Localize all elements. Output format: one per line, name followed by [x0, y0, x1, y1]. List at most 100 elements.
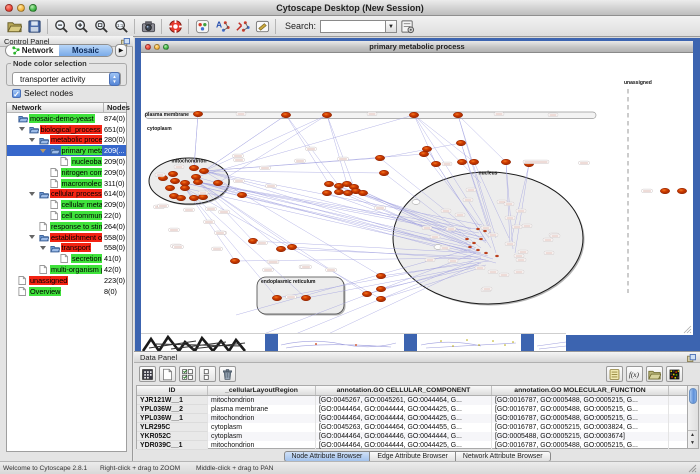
unselect-attributes-icon[interactable] — [199, 366, 216, 382]
vizmapper-icon[interactable] — [192, 17, 212, 36]
zoom-button[interactable] — [29, 4, 37, 12]
save-icon[interactable] — [24, 17, 44, 36]
expander-icon[interactable] — [29, 192, 35, 196]
network-node[interactable] — [469, 159, 478, 165]
expander-icon[interactable] — [29, 235, 35, 239]
network-node[interactable] — [168, 171, 177, 177]
network-node[interactable] — [198, 194, 207, 200]
tree-row[interactable]: unassigned223(0) — [7, 275, 126, 286]
network-node-small[interactable] — [476, 228, 479, 230]
tab-mosaic[interactable]: Mosaic — [59, 45, 112, 56]
canvas-resize-grip-icon[interactable] — [684, 326, 691, 333]
network-node-small[interactable] — [468, 246, 471, 248]
float-panel-icon[interactable] — [687, 354, 696, 362]
select-nodes-checkbox[interactable]: ✓ Select nodes — [12, 88, 73, 98]
minimize-button[interactable] — [17, 4, 25, 12]
layout-a-icon[interactable]: A — [212, 17, 232, 36]
network-node[interactable] — [199, 168, 208, 174]
network-node[interactable] — [456, 140, 465, 146]
network-node[interactable] — [193, 179, 202, 185]
network-node[interactable] — [237, 192, 246, 198]
tree-row[interactable]: primary metabol209(... — [7, 145, 126, 156]
tree-row[interactable]: response to stimul264(0) — [7, 221, 126, 232]
frame-zoom-button[interactable] — [163, 44, 169, 50]
search-input[interactable] — [320, 20, 386, 33]
network-node-small[interactable] — [479, 238, 482, 240]
select-attributes-icon[interactable] — [179, 366, 196, 382]
search-config-icon[interactable] — [397, 17, 417, 36]
network-node[interactable] — [376, 273, 385, 279]
network-node-small[interactable] — [465, 238, 468, 240]
scrollbar-arrows[interactable]: ▲▼ — [688, 430, 697, 448]
network-node[interactable] — [376, 286, 385, 292]
frame-close-button[interactable] — [145, 44, 151, 50]
tree-row[interactable]: cellular process614(0) — [7, 189, 126, 200]
tree-row[interactable]: mosaic-demo-yeast874(0) — [7, 113, 126, 124]
column-header[interactable]: _cellularLayoutRegion — [208, 386, 316, 395]
attribute-grid-icon[interactable] — [139, 366, 156, 382]
snapshot-icon[interactable] — [138, 17, 158, 36]
table-row[interactable]: YPL036W__2plasma membrane[GO:0044464, GO… — [137, 405, 687, 414]
heatmap-icon[interactable] — [666, 366, 683, 382]
tree-row[interactable]: secretion41(0) — [7, 253, 126, 264]
tree-row[interactable]: multi-organism pro42(0) — [7, 264, 126, 275]
expander-icon[interactable] — [29, 138, 35, 142]
network-node[interactable] — [301, 295, 310, 301]
tree-row[interactable]: transport558(0) — [7, 243, 126, 254]
network-node[interactable] — [422, 146, 431, 152]
network-node[interactable] — [376, 296, 385, 302]
frame-minimize-button[interactable] — [154, 44, 160, 50]
tree-row[interactable]: metabolic process280(0) — [7, 135, 126, 146]
tree-row[interactable]: Overview8(0) — [7, 286, 126, 297]
scrollbar-thumb[interactable] — [689, 388, 697, 404]
network-node[interactable] — [334, 189, 343, 195]
network-node-unmapped[interactable] — [412, 200, 420, 205]
tree-row[interactable]: nitrogen compo209(0) — [7, 167, 126, 178]
network-node[interactable] — [324, 181, 333, 187]
frame-titlebar[interactable]: primary metabolic process — [141, 41, 693, 53]
network-node[interactable] — [180, 180, 189, 186]
network-node-small[interactable] — [472, 242, 475, 244]
zoom-actual-icon[interactable]: 1:1 — [111, 17, 131, 36]
resize-grip-icon[interactable] — [688, 464, 697, 473]
network-node[interactable] — [501, 159, 510, 165]
combobox-stepper-icon[interactable]: ▲▼ — [109, 72, 120, 86]
network-node[interactable] — [362, 291, 371, 297]
import-attributes-icon[interactable] — [606, 366, 623, 382]
zoom-out-icon[interactable] — [51, 17, 71, 36]
tab-network[interactable]: Network — [6, 45, 59, 56]
delete-attribute-icon[interactable] — [219, 366, 236, 382]
tab-overflow-arrow-icon[interactable]: ▶ — [115, 44, 127, 57]
checkbox-checked-icon[interactable]: ✓ — [12, 89, 21, 98]
tree-row[interactable]: macromolecule311(0) — [7, 178, 126, 189]
tree-row[interactable]: biological_process651(0) — [7, 124, 126, 135]
network-node-small[interactable] — [476, 249, 479, 251]
tree-row[interactable]: establishment of lo558(0) — [7, 232, 126, 243]
new-attribute-icon[interactable] — [159, 366, 176, 382]
table-row[interactable]: YJR121W__1mitochondrion[GO:0045267, GO:0… — [137, 396, 687, 405]
table-vertical-scrollbar[interactable]: ▲▼ — [688, 385, 699, 449]
network-node[interactable] — [322, 190, 331, 196]
column-header[interactable]: annotation.GO CELLULAR_COMPONENT — [316, 386, 492, 395]
network-node[interactable] — [287, 244, 296, 250]
network-node-small[interactable] — [495, 255, 498, 257]
expander-icon[interactable] — [19, 127, 25, 131]
network-node[interactable] — [358, 190, 367, 196]
node-color-combobox[interactable]: transporter activity ▲▼ — [12, 72, 121, 86]
column-header[interactable]: annotation.GO MOLECULAR_FUNCTION — [492, 386, 669, 395]
table-row[interactable]: YPL036W__1mitochondrion[GO:0044464, GO:0… — [137, 414, 687, 423]
network-node[interactable] — [189, 195, 198, 201]
tree-row[interactable]: nucleobase-209(0) — [7, 156, 126, 167]
table-row[interactable]: YLR295Ccytoplasm[GO:0045263, GO:0044464,… — [137, 423, 687, 432]
network-node[interactable] — [165, 185, 174, 191]
network-node[interactable] — [191, 174, 200, 180]
network-node-small[interactable] — [483, 230, 486, 232]
table-row[interactable]: YDR039C__1mitochondrion[GO:0044464, GO:0… — [137, 441, 687, 450]
network-canvas[interactable]: plasma membranecytoplasmmitochondrionnuc… — [141, 53, 693, 335]
search-dropdown-icon[interactable]: ▼ — [386, 20, 397, 33]
network-node[interactable] — [379, 170, 388, 176]
table-row[interactable]: YKR052Ccytoplasm[GO:0044464, GO:0044446,… — [137, 432, 687, 441]
zoom-in-icon[interactable] — [71, 17, 91, 36]
network-node[interactable] — [431, 161, 440, 167]
expander-icon[interactable] — [40, 246, 46, 250]
